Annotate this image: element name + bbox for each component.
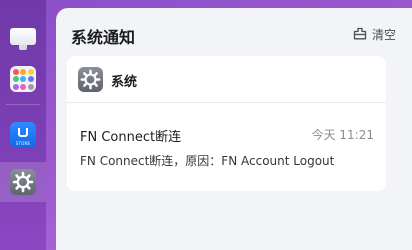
dock-divider: [6, 104, 40, 105]
app-grid-dot: [12, 68, 19, 75]
app-grid-dot: [27, 68, 34, 75]
app-grid-dot: [20, 83, 26, 90]
group-app-name: 系统: [111, 75, 138, 90]
app-grid-dot: [27, 76, 34, 82]
shopping-bag-icon: [18, 128, 28, 137]
notification-group-card: 系统 FN Connect断连 今天 11:21 FN Connect断连，原因…: [67, 56, 386, 191]
dock-item-settings[interactable]: [0, 162, 46, 202]
app-store-icon[interactable]: STORE: [10, 122, 36, 148]
panel-title: 系统通知: [71, 28, 136, 47]
monitor-stand: [19, 45, 27, 50]
clear-icon: [353, 25, 367, 44]
clear-button[interactable]: 清空: [353, 26, 396, 42]
notification-panel: 系统通知 清空 系统 FN Connect断连 今天 11:21 FN Conn…: [56, 8, 412, 250]
monitor-app-icon[interactable]: [10, 26, 36, 52]
app-grid-dot: [20, 68, 26, 75]
app-grid-dot: [12, 83, 19, 90]
monitor-screen: [10, 28, 36, 45]
notification-group-header: 系统: [67, 56, 386, 102]
panel-header: 系统通知 清空: [71, 24, 396, 47]
app-dock: STORE: [0, 0, 46, 250]
notification-title: FN Connect断连: [80, 130, 182, 145]
notification-body: FN Connect断连，原因：FN Account Logout: [80, 154, 335, 168]
notification-time: 今天 11:21: [311, 128, 374, 142]
settings-gear-icon: [10, 169, 36, 195]
clear-label: 清空: [371, 27, 396, 42]
app-center-icon[interactable]: [10, 66, 36, 92]
app-grid-dot: [20, 76, 26, 82]
app-grid-dot: [12, 76, 19, 82]
app-grid-dot: [27, 83, 34, 90]
notification-item[interactable]: FN Connect断连 今天 11:21 FN Connect断连，原因：FN…: [67, 103, 386, 191]
store-label: STORE: [15, 141, 31, 146]
system-gear-icon: [78, 67, 103, 92]
